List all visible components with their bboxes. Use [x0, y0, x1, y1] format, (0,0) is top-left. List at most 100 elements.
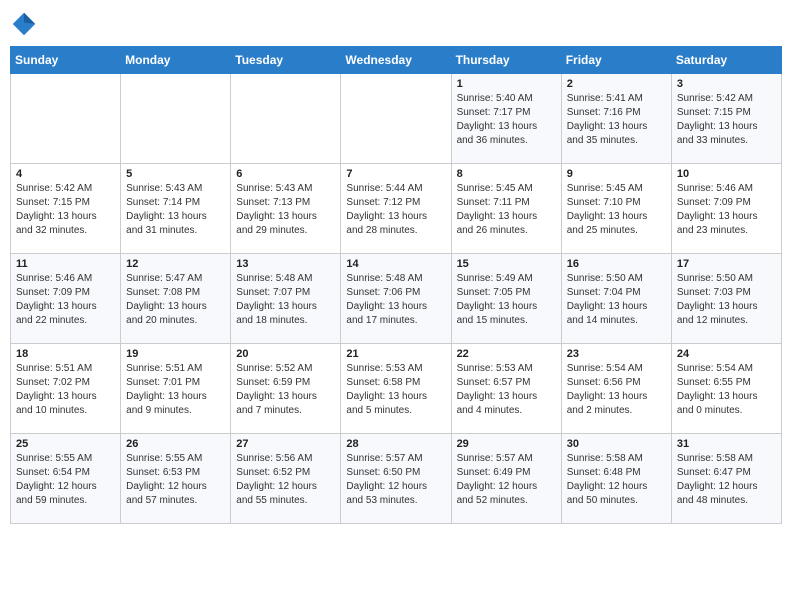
- day-info: Sunrise: 5:49 AM Sunset: 7:05 PM Dayligh…: [457, 272, 556, 328]
- calendar-cell: 17 Sunrise: 5:50 AM Sunset: 7:03 PM Dayli…: [671, 254, 781, 344]
- calendar-week-row: 11 Sunrise: 5:46 AM Sunset: 7:09 PM Dayli…: [11, 254, 782, 344]
- logo-icon: [10, 10, 38, 38]
- calendar-cell: 3 Sunrise: 5:42 AM Sunset: 7:15 PM Daylig…: [671, 74, 781, 164]
- day-number: 4: [16, 168, 115, 180]
- calendar-cell: 25 Sunrise: 5:55 AM Sunset: 6:54 PM Dayli…: [11, 434, 121, 524]
- logo: [10, 10, 42, 38]
- day-number: 15: [457, 258, 556, 270]
- day-number: 29: [457, 438, 556, 450]
- calendar-cell: 9 Sunrise: 5:45 AM Sunset: 7:10 PM Daylig…: [561, 164, 671, 254]
- day-number: 14: [346, 258, 445, 270]
- calendar-cell: 31 Sunrise: 5:58 AM Sunset: 6:47 PM Dayli…: [671, 434, 781, 524]
- calendar-cell: 20Sunrise: 5:52 AM Sunset: 6:59 PM Dayli…: [231, 344, 341, 434]
- calendar-cell: 30 Sunrise: 5:58 AM Sunset: 6:48 PM Dayli…: [561, 434, 671, 524]
- day-info: Sunrise: 5:43 AM Sunset: 7:13 PM Dayligh…: [236, 182, 335, 238]
- day-number: 20: [236, 348, 335, 360]
- day-info: Sunrise: 5:44 AM Sunset: 7:12 PM Dayligh…: [346, 182, 445, 238]
- day-info: Sunrise: 5:48 AM Sunset: 7:06 PM Dayligh…: [346, 272, 445, 328]
- day-number: 9: [567, 168, 666, 180]
- calendar-cell: 14 Sunrise: 5:48 AM Sunset: 7:06 PM Dayli…: [341, 254, 451, 344]
- calendar-week-row: 25 Sunrise: 5:55 AM Sunset: 6:54 PM Dayli…: [11, 434, 782, 524]
- day-number: 16: [567, 258, 666, 270]
- day-number: 11: [16, 258, 115, 270]
- day-info: Sunrise: 5:58 AM Sunset: 6:47 PM Dayligh…: [677, 452, 776, 508]
- day-number: 30: [567, 438, 666, 450]
- day-info: Sunrise: 5:45 AM Sunset: 7:10 PM Dayligh…: [567, 182, 666, 238]
- day-number: 10: [677, 168, 776, 180]
- calendar-cell: [121, 74, 231, 164]
- day-info: Sunrise: 5:54 AM Sunset: 6:55 PM Dayligh…: [677, 362, 776, 418]
- day-header-friday: Friday: [561, 47, 671, 74]
- day-info: Sunrise: 5:42 AM Sunset: 7:15 PM Dayligh…: [16, 182, 115, 238]
- day-info: Sunrise: 5:50 AM Sunset: 7:03 PM Dayligh…: [677, 272, 776, 328]
- day-info: Sunrise: 5:41 AM Sunset: 7:16 PM Dayligh…: [567, 92, 666, 148]
- day-info: Sunrise: 5:53 AM Sunset: 6:58 PM Dayligh…: [346, 362, 445, 418]
- day-info: Sunrise: 5:53 AM Sunset: 6:57 PM Dayligh…: [457, 362, 556, 418]
- day-info: Sunrise: 5:55 AM Sunset: 6:54 PM Dayligh…: [16, 452, 115, 508]
- day-number: 17: [677, 258, 776, 270]
- day-info: Sunrise: 5:57 AM Sunset: 6:50 PM Dayligh…: [346, 452, 445, 508]
- calendar-header-row: SundayMondayTuesdayWednesdayThursdayFrid…: [11, 47, 782, 74]
- day-number: 22: [457, 348, 556, 360]
- calendar-cell: 13 Sunrise: 5:48 AM Sunset: 7:07 PM Dayli…: [231, 254, 341, 344]
- calendar-cell: 12Sunrise: 5:47 AM Sunset: 7:08 PM Dayli…: [121, 254, 231, 344]
- calendar-cell: 10Sunrise: 5:46 AM Sunset: 7:09 PM Dayli…: [671, 164, 781, 254]
- day-number: 7: [346, 168, 445, 180]
- calendar-cell: 29 Sunrise: 5:57 AM Sunset: 6:49 PM Dayli…: [451, 434, 561, 524]
- calendar-cell: 2 Sunrise: 5:41 AM Sunset: 7:16 PM Daylig…: [561, 74, 671, 164]
- calendar-table: SundayMondayTuesdayWednesdayThursdayFrid…: [10, 46, 782, 524]
- day-info: Sunrise: 5:51 AM Sunset: 7:01 PM Dayligh…: [126, 362, 225, 418]
- day-header-tuesday: Tuesday: [231, 47, 341, 74]
- calendar-cell: [231, 74, 341, 164]
- calendar-week-row: 1 Sunrise: 5:40 AM Sunset: 7:17 PM Daylig…: [11, 74, 782, 164]
- calendar-cell: 21Sunrise: 5:53 AM Sunset: 6:58 PM Dayli…: [341, 344, 451, 434]
- day-number: 5: [126, 168, 225, 180]
- day-number: 28: [346, 438, 445, 450]
- day-number: 18: [16, 348, 115, 360]
- day-number: 13: [236, 258, 335, 270]
- day-number: 6: [236, 168, 335, 180]
- day-info: Sunrise: 5:40 AM Sunset: 7:17 PM Dayligh…: [457, 92, 556, 148]
- day-number: 23: [567, 348, 666, 360]
- day-number: 24: [677, 348, 776, 360]
- day-number: 25: [16, 438, 115, 450]
- calendar-cell: 7 Sunrise: 5:44 AM Sunset: 7:12 PM Daylig…: [341, 164, 451, 254]
- day-info: Sunrise: 5:54 AM Sunset: 6:56 PM Dayligh…: [567, 362, 666, 418]
- day-number: 31: [677, 438, 776, 450]
- day-info: Sunrise: 5:45 AM Sunset: 7:11 PM Dayligh…: [457, 182, 556, 238]
- day-info: Sunrise: 5:43 AM Sunset: 7:14 PM Dayligh…: [126, 182, 225, 238]
- day-info: Sunrise: 5:57 AM Sunset: 6:49 PM Dayligh…: [457, 452, 556, 508]
- calendar-cell: [11, 74, 121, 164]
- day-number: 19: [126, 348, 225, 360]
- day-number: 26: [126, 438, 225, 450]
- calendar-week-row: 4 Sunrise: 5:42 AM Sunset: 7:15 PM Daylig…: [11, 164, 782, 254]
- calendar-cell: 16 Sunrise: 5:50 AM Sunset: 7:04 PM Dayli…: [561, 254, 671, 344]
- calendar-cell: 1 Sunrise: 5:40 AM Sunset: 7:17 PM Daylig…: [451, 74, 561, 164]
- day-header-thursday: Thursday: [451, 47, 561, 74]
- calendar-cell: 27Sunrise: 5:56 AM Sunset: 6:52 PM Dayli…: [231, 434, 341, 524]
- day-header-monday: Monday: [121, 47, 231, 74]
- page-header: [10, 10, 782, 38]
- day-info: Sunrise: 5:50 AM Sunset: 7:04 PM Dayligh…: [567, 272, 666, 328]
- day-header-saturday: Saturday: [671, 47, 781, 74]
- calendar-cell: 26 Sunrise: 5:55 AM Sunset: 6:53 PM Dayli…: [121, 434, 231, 524]
- day-number: 1: [457, 78, 556, 90]
- day-info: Sunrise: 5:55 AM Sunset: 6:53 PM Dayligh…: [126, 452, 225, 508]
- day-header-wednesday: Wednesday: [341, 47, 451, 74]
- day-number: 12: [126, 258, 225, 270]
- calendar-cell: 15 Sunrise: 5:49 AM Sunset: 7:05 PM Dayli…: [451, 254, 561, 344]
- day-number: 2: [567, 78, 666, 90]
- day-info: Sunrise: 5:48 AM Sunset: 7:07 PM Dayligh…: [236, 272, 335, 328]
- day-info: Sunrise: 5:58 AM Sunset: 6:48 PM Dayligh…: [567, 452, 666, 508]
- calendar-cell: 22 Sunrise: 5:53 AM Sunset: 6:57 PM Dayli…: [451, 344, 561, 434]
- day-info: Sunrise: 5:42 AM Sunset: 7:15 PM Dayligh…: [677, 92, 776, 148]
- day-info: Sunrise: 5:46 AM Sunset: 7:09 PM Dayligh…: [16, 272, 115, 328]
- calendar-cell: 11 Sunrise: 5:46 AM Sunset: 7:09 PM Dayli…: [11, 254, 121, 344]
- calendar-cell: 5 Sunrise: 5:43 AM Sunset: 7:14 PM Daylig…: [121, 164, 231, 254]
- calendar-cell: 6 Sunrise: 5:43 AM Sunset: 7:13 PM Daylig…: [231, 164, 341, 254]
- day-number: 3: [677, 78, 776, 90]
- calendar-cell: 8Sunrise: 5:45 AM Sunset: 7:11 PM Daylig…: [451, 164, 561, 254]
- calendar-cell: [341, 74, 451, 164]
- day-number: 27: [236, 438, 335, 450]
- calendar-cell: 4 Sunrise: 5:42 AM Sunset: 7:15 PM Daylig…: [11, 164, 121, 254]
